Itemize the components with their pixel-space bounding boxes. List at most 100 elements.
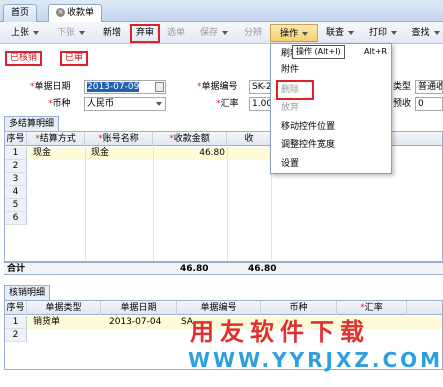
type-field[interactable]: 普通收 (415, 80, 443, 94)
verify-button[interactable]: 已核销 (5, 51, 43, 66)
table-row-number: 6 (5, 212, 27, 225)
menu-item-attachment[interactable]: 附件 (281, 62, 299, 78)
table-cell-method[interactable]: 现金 (33, 147, 51, 160)
menu-item-settings[interactable]: 设置 (281, 156, 299, 172)
rate-field[interactable]: 1.00 (249, 97, 271, 111)
watermark-title: 用友软件下载 (190, 318, 370, 346)
audited-label: 已审 (65, 53, 84, 63)
billno-label: *单据编号 (197, 82, 238, 92)
prev-button[interactable]: 上张 (6, 24, 44, 42)
column-divider (85, 147, 86, 261)
tab-receipt-label: 收款单 (67, 8, 95, 18)
advance-label: 预收 (393, 99, 412, 109)
column-divider (153, 147, 154, 261)
tab-home[interactable]: 首页 (3, 4, 38, 22)
split-label: 分辨 (243, 28, 262, 38)
col-type: 单据类型 (27, 301, 101, 315)
verify-section-tab[interactable]: 核销明细 (4, 285, 51, 300)
verify-label: 已核销 (10, 53, 38, 63)
watermark-url: WWW.YYRJXZ.COM (188, 348, 443, 372)
currency-value: 人民币 (87, 99, 115, 109)
print-button[interactable]: 打印 (365, 24, 401, 42)
currency-label: *币种 (48, 99, 71, 109)
audited-button[interactable]: 已审 (60, 51, 89, 66)
col-method: *结算方式 (27, 132, 85, 146)
billno-field[interactable]: SK-2 (249, 80, 271, 94)
chevron-down-icon (348, 30, 354, 35)
menu-item-abandon[interactable]: 放弃 (281, 100, 299, 116)
abandon-audit-label: 弃审 (135, 28, 154, 38)
total-label: 合计 (7, 264, 26, 274)
split-button[interactable]: 分辨 (240, 24, 266, 42)
total-amount-secondary: 46.80 (248, 264, 277, 274)
table-cell-account[interactable]: 现金 (91, 147, 109, 160)
chevron-down-icon (79, 30, 85, 35)
table-cell-date[interactable]: 2013-07-04 (109, 316, 161, 329)
col-account: *账号名称 (85, 132, 153, 146)
chevron-down-icon (302, 31, 308, 36)
table-cell-amount[interactable]: 46.80 (153, 147, 225, 160)
find-button[interactable]: 查找 (408, 24, 443, 42)
rate-value: 1.00 (252, 99, 271, 109)
menu-accelerator-hint: Alt+R (364, 47, 388, 56)
totals-row: 合计 46.80 46.80 (4, 262, 443, 275)
save-label: 保存 (199, 28, 218, 38)
linked-query-label: 联查 (325, 28, 344, 38)
date-label: *单据日期 (30, 82, 71, 92)
chevron-down-icon (222, 30, 228, 35)
table-cell-type[interactable]: 销货单 (33, 316, 60, 329)
table-row-number: 3 (5, 173, 27, 186)
settle-section-title: 多结算明细 (9, 119, 55, 129)
prev-label: 上张 (10, 28, 29, 38)
rate-label: *汇率 (216, 99, 239, 109)
chevron-down-icon (391, 30, 397, 35)
find-label: 查找 (411, 28, 430, 38)
col-date: 单据日期 (101, 301, 177, 315)
table-row-number: 2 (5, 329, 27, 342)
col-no: 序号 (5, 301, 27, 315)
add-label: 新增 (102, 28, 121, 38)
calendar-icon[interactable] (155, 82, 164, 92)
table-row-number: 5 (5, 199, 27, 212)
tab-receipt[interactable]: × 收款单 (48, 4, 103, 23)
chevron-down-icon (33, 30, 39, 35)
next-label: 下张 (56, 28, 75, 38)
billno-value: SK-2 (252, 82, 271, 92)
table-row-number: 1 (5, 147, 27, 160)
currency-select[interactable]: 人民币 (84, 97, 166, 111)
select-bill-button[interactable]: 选单 (164, 24, 188, 42)
advance-field[interactable]: 0 (415, 97, 443, 111)
select-bill-label: 选单 (166, 28, 185, 38)
abandon-audit-button[interactable]: 弃审 (130, 24, 160, 43)
verify-section-title: 核销明细 (9, 288, 46, 298)
menu-item-delete[interactable]: 删除 (276, 80, 314, 100)
operate-label: 操作 (279, 29, 298, 39)
table-row-number: 4 (5, 186, 27, 199)
col-no: 序号 (5, 132, 27, 146)
date-field[interactable]: 2013-07-09 (84, 80, 166, 94)
operate-button[interactable]: 操作 (270, 24, 318, 42)
next-button[interactable]: 下张 (52, 24, 90, 42)
table-row-number: 1 (5, 316, 27, 329)
save-button[interactable]: 保存 (196, 24, 232, 42)
menu-item-adjust-width[interactable]: 调整控件宽度 (281, 137, 335, 153)
linked-query-button[interactable]: 联查 (322, 24, 358, 42)
chevron-down-icon (156, 102, 162, 106)
operate-menu: 刷新 附件 删除 放弃 移动控件位置 调整控件宽度 设置 (270, 43, 392, 174)
type-value: 普通收 (418, 82, 443, 92)
chevron-down-icon (433, 30, 440, 35)
menu-item-move-controls[interactable]: 移动控件位置 (281, 119, 335, 135)
add-button[interactable]: 新增 (98, 24, 126, 42)
tab-bar: 首页 × 收款单 (0, 0, 443, 23)
operate-tooltip: 操作 (Alt+I) (292, 45, 345, 59)
settle-section-tab[interactable]: 多结算明细 (4, 116, 60, 131)
toolbar: 上张 下张 新增 弃审 选单 保存 分辨 操作 联查 打印 查找 (0, 22, 443, 44)
table-row-number: 2 (5, 160, 27, 173)
close-tab-icon[interactable]: × (56, 8, 65, 17)
col-amount: *收款金额 (153, 132, 227, 146)
col-amount-extra: 收 (244, 134, 254, 144)
print-label: 打印 (368, 28, 387, 38)
column-divider (227, 147, 228, 261)
tab-home-label: 首页 (11, 8, 30, 18)
advance-value: 0 (418, 99, 424, 109)
